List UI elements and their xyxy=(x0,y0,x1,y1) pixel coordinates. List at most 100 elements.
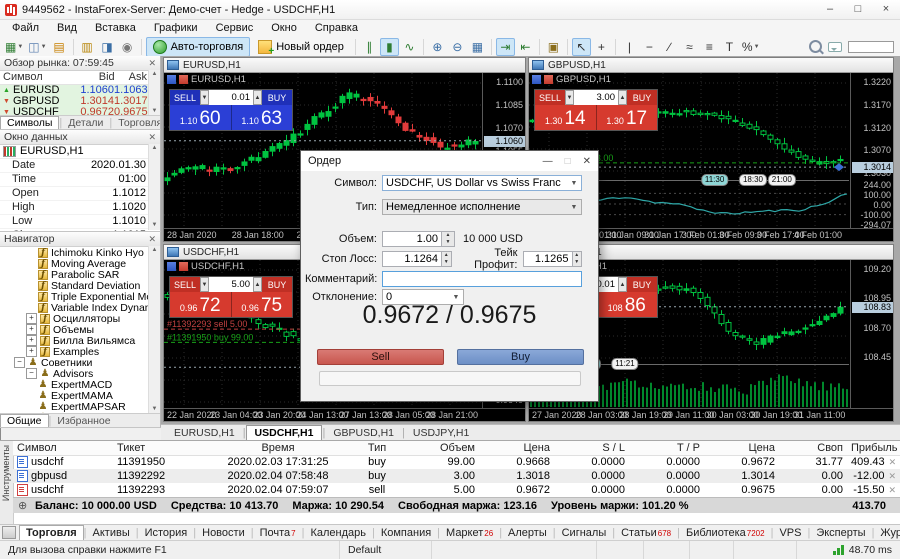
buy-price[interactable]: 0.9675 xyxy=(231,292,293,317)
terminal-tab-журнал[interactable]: Журнал xyxy=(874,526,900,540)
terminal-column-0[interactable]: Символ xyxy=(13,441,113,455)
market-watch-tab-Детали[interactable]: Детали xyxy=(62,117,109,129)
terminal-column-2[interactable]: Время xyxy=(208,441,348,455)
buy-price[interactable]: 1.3017 xyxy=(596,105,658,130)
navigator-item-expertmacd[interactable]: ♟ExpertMACD xyxy=(0,379,149,390)
column-header[interactable]: Символ xyxy=(0,71,72,84)
buy-button[interactable]: Buy xyxy=(457,349,584,365)
auto-scroll-icon[interactable]: ⇥ xyxy=(496,38,515,56)
navigator-item-examples[interactable]: +ƒExamples xyxy=(0,346,149,357)
dialog-close-icon[interactable]: ✕ xyxy=(583,156,591,167)
expand-icon[interactable]: + xyxy=(26,335,37,346)
chart-tab-gbpusd-h1[interactable]: GBPUSD,H1 xyxy=(325,426,402,440)
sell-button[interactable]: Sell xyxy=(317,349,444,365)
one-click-sell-button[interactable]: SELL xyxy=(170,90,200,105)
navigator-item-осцилляторы[interactable]: +ƒОсцилляторы xyxy=(0,313,149,324)
volume-increase-button[interactable]: ▲ xyxy=(618,90,627,105)
one-click-icon[interactable] xyxy=(167,75,176,84)
navigator-item-variable-index-dynamic-a[interactable]: ƒVariable Index Dynamic A xyxy=(0,302,149,313)
navigator-item-советники[interactable]: −♟Советники xyxy=(0,357,149,368)
arrows-icon[interactable]: %▼ xyxy=(740,38,762,56)
position-row-11392292[interactable]: gbpusd113922922020.02.04 07:58:48buy3.00… xyxy=(13,469,900,483)
crosshair-icon[interactable]: + xyxy=(592,38,611,56)
expand-icon[interactable]: + xyxy=(26,313,37,324)
status-profile[interactable]: Default xyxy=(340,541,432,559)
collapse-icon[interactable]: − xyxy=(14,357,25,368)
signals-icon[interactable]: ◉ xyxy=(118,38,137,56)
menu-item-7[interactable]: Справка xyxy=(306,20,367,36)
market-watch-icon[interactable]: ▥ xyxy=(78,38,97,56)
terminal-column-7[interactable]: T / P xyxy=(629,441,704,455)
navigator-scrollbar[interactable]: ▲▼ xyxy=(148,246,160,414)
one-click-sell-button[interactable]: SELL xyxy=(535,90,565,105)
column-header[interactable]: Ask xyxy=(115,71,149,84)
one-click-icon[interactable] xyxy=(532,75,541,84)
order-type-select[interactable]: Немедленное исполнение ▼ xyxy=(382,199,582,215)
terminal-tab-активы[interactable]: Активы xyxy=(87,526,136,540)
terminal-tab-библиотека[interactable]: Библиотека7202 xyxy=(680,526,771,540)
dialog-minimize-icon[interactable]: — xyxy=(543,156,553,167)
minimize-button[interactable]: – xyxy=(816,0,844,19)
close-position-icon[interactable]: ✕ xyxy=(889,457,897,467)
one-click-volume-input[interactable]: 5.00 xyxy=(209,277,253,292)
terminal-tab-торговля[interactable]: Торговля xyxy=(19,525,84,540)
navigator-item-parabolic-sar[interactable]: ƒParabolic SAR xyxy=(0,269,149,280)
terminal-tab-календарь[interactable]: Календарь xyxy=(304,526,372,540)
trendline-icon[interactable]: ∕ xyxy=(660,38,679,56)
new-chart-icon[interactable]: ▦▼ xyxy=(3,38,25,56)
navigator-item-объемы[interactable]: +ƒОбъемы xyxy=(0,324,149,335)
buy-price[interactable]: 1.1063 xyxy=(231,105,293,130)
zoom-out-icon[interactable]: ⊖ xyxy=(448,38,467,56)
navigator-tab-Избранное[interactable]: Избранное xyxy=(51,415,116,427)
terminal-tab-vps[interactable]: VPS xyxy=(773,526,807,540)
data-window-icon[interactable]: ◨ xyxy=(98,38,117,56)
stop-loss-stepper[interactable]: ▲▼ xyxy=(442,251,452,267)
terminal-tab-история[interactable]: История xyxy=(139,526,194,540)
one-click-volume-input[interactable]: 3.00 xyxy=(574,90,618,105)
close-position-icon[interactable]: ✕ xyxy=(888,471,896,481)
zoom-in-icon[interactable]: ⊕ xyxy=(428,38,447,56)
maximize-button[interactable]: □ xyxy=(844,0,872,19)
position-row-11392293[interactable]: usdchf113922932020.02.04 07:59:07sell5.0… xyxy=(13,483,900,497)
navigator-item-advisors[interactable]: −♟Advisors xyxy=(0,368,149,379)
autotrade-button[interactable]: Авто-торговля xyxy=(146,37,251,57)
vertical-line-icon[interactable]: | xyxy=(620,38,639,56)
indicators-icon[interactable]: ▣ xyxy=(544,38,563,56)
navigator-item-expertmama[interactable]: ♟ExpertMAMA xyxy=(0,390,149,401)
bars-icon[interactable]: ∥ xyxy=(360,38,379,56)
terminal-tab-эксперты[interactable]: Эксперты xyxy=(810,526,871,540)
collapse-icon[interactable]: − xyxy=(26,368,37,379)
market-watch-scrollbar[interactable]: ▲▼ xyxy=(148,70,160,116)
chat-icon[interactable] xyxy=(828,42,842,52)
navigator-item-expertmapsar[interactable]: ♟ExpertMAPSAR xyxy=(0,401,149,412)
candles-icon[interactable]: ▮ xyxy=(380,38,399,56)
order-dialog-titlebar[interactable]: Ордер — □ ✕ xyxy=(301,151,598,171)
fibonacci-icon[interactable]: ≈ xyxy=(680,38,699,56)
horizontal-line-icon[interactable]: − xyxy=(640,38,659,56)
terminal-column-4[interactable]: Объем xyxy=(406,441,479,455)
one-click-sell-button[interactable]: SELL xyxy=(170,277,200,292)
volume-increase-button[interactable]: ▲ xyxy=(618,277,627,292)
navigator-item-moving-average[interactable]: ƒMoving Average xyxy=(0,258,149,269)
market-watch-close-icon[interactable]: ✕ xyxy=(148,58,156,69)
close-button[interactable]: × xyxy=(872,0,900,19)
market-watch-tab-Торговля[interactable]: Торговля xyxy=(112,117,160,129)
column-header[interactable]: Bid xyxy=(72,71,115,84)
chart-shift-icon[interactable]: ⇤ xyxy=(516,38,535,56)
expand-icon[interactable]: + xyxy=(26,346,37,357)
line-chart-icon[interactable]: ∿ xyxy=(400,38,419,56)
new-order-button[interactable]: Новый ордер xyxy=(251,37,351,57)
one-click-buy-button[interactable]: BUY xyxy=(262,90,292,105)
one-click-buy-button[interactable]: BUY xyxy=(627,277,657,292)
terminal-tab-алерты[interactable]: Алерты xyxy=(502,526,553,540)
terminal-column-10[interactable]: Прибыль xyxy=(847,441,900,455)
chart-title-bar[interactable]: GBPUSD,H1 xyxy=(529,58,893,73)
sell-price[interactable]: 0.9672 xyxy=(170,292,231,317)
channel-icon[interactable]: ≡ xyxy=(700,38,719,56)
one-click-buy-button[interactable]: BUY xyxy=(627,90,657,105)
chart-tab-eurusd-h1[interactable]: EURUSD,H1 xyxy=(166,426,243,440)
comment-input[interactable] xyxy=(382,271,582,287)
close-position-icon[interactable]: ✕ xyxy=(888,485,896,495)
navigator-item-triple-exponential-movin[interactable]: ƒTriple Exponential Movin xyxy=(0,291,149,302)
terminal-tab-статьи[interactable]: Статьи678 xyxy=(615,526,677,540)
